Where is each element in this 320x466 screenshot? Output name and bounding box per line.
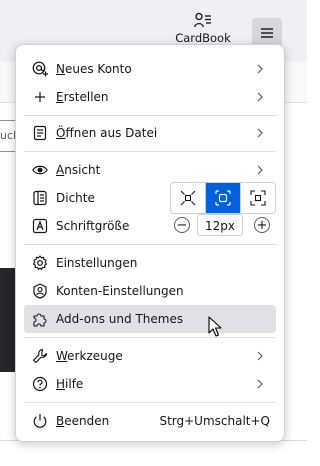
- puzzle-piece-icon: [32, 311, 48, 327]
- hamburger-icon: [261, 28, 273, 38]
- help-icon: [32, 376, 48, 392]
- chevron-right-icon: [257, 165, 263, 175]
- account-settings-label: Konten-Einstellungen: [56, 284, 184, 298]
- density-compact-button[interactable]: [171, 183, 206, 213]
- menu-item-quit[interactable]: Beenden Strg+Umschalt+Q: [24, 407, 276, 435]
- help-accesskey: H: [56, 377, 66, 391]
- font-size-increase-button[interactable]: +: [254, 217, 270, 233]
- font-size-label: Schriftgröße: [56, 219, 130, 233]
- wrench-icon: [32, 348, 48, 364]
- compact-density-icon: [180, 190, 196, 206]
- menu-item-settings[interactable]: Einstellungen: [24, 249, 276, 277]
- new-account-label: eues Konto: [64, 62, 132, 76]
- tools-accesskey: W: [56, 349, 68, 363]
- account-settings-icon: [32, 283, 48, 299]
- font-size-icon: [32, 218, 48, 234]
- quit-label: eenden: [64, 414, 110, 428]
- menu-item-create[interactable]: Erstellen: [24, 83, 276, 111]
- cardbook-label: CardBook: [175, 31, 231, 45]
- new-account-accesskey: N: [56, 62, 65, 76]
- chevron-right-icon: [257, 92, 263, 102]
- menu-item-addons-themes[interactable]: Add-ons und Themes: [24, 305, 276, 333]
- eye-icon: [32, 162, 48, 178]
- density-icon: [32, 190, 48, 206]
- font-size-decrease-button[interactable]: −: [174, 217, 190, 233]
- addons-themes-label: Add-ons und Themes: [56, 312, 184, 326]
- menu-separator: [24, 244, 276, 245]
- create-accesskey: E: [56, 90, 64, 104]
- menu-item-tools[interactable]: Werkzeuge: [24, 342, 276, 370]
- gear-icon: [32, 255, 48, 271]
- view-label: nsicht: [64, 163, 101, 177]
- menu-separator: [24, 337, 276, 338]
- menu-separator: [24, 151, 276, 152]
- chevron-right-icon: [257, 128, 263, 138]
- new-account-icon: [32, 61, 48, 77]
- font-size-control: − 12px +: [170, 212, 274, 240]
- cardbook-button[interactable]: CardBook: [172, 12, 234, 45]
- plus-icon: [32, 89, 48, 105]
- density-toggle-group: [170, 182, 276, 214]
- menu-item-account-settings[interactable]: Konten-Einstellungen: [24, 277, 276, 305]
- open-file-label: ffnen aus Datei: [65, 126, 158, 140]
- view-accesskey: A: [56, 163, 65, 177]
- power-icon: [32, 413, 48, 429]
- menu-item-help[interactable]: Hilfe: [24, 370, 276, 398]
- normal-density-icon: [215, 190, 231, 206]
- menu-item-view[interactable]: Ansicht: [24, 156, 276, 184]
- open-file-icon: [32, 125, 48, 141]
- chevron-right-icon: [257, 351, 263, 361]
- menu-separator: [24, 402, 276, 403]
- help-label: ilfe: [65, 377, 84, 391]
- tools-label: erkzeuge: [67, 349, 123, 363]
- quit-shortcut: Strg+Umschalt+Q: [159, 414, 270, 428]
- address-book-icon: [194, 12, 211, 28]
- menu-item-font-size: Schriftgröße − 12px +: [24, 212, 276, 240]
- menu-item-new-account[interactable]: Neues Konto: [24, 55, 276, 83]
- density-label: Dichte: [56, 191, 95, 205]
- chevron-right-icon: [257, 379, 263, 389]
- settings-label: Einstellungen: [56, 256, 138, 270]
- mouse-pointer-icon: [208, 316, 222, 337]
- create-label: rstellen: [63, 90, 109, 104]
- quit-accesskey: B: [56, 414, 65, 428]
- font-size-value[interactable]: 12px: [197, 214, 243, 236]
- app-menu-panel: Neues Konto Erstellen Öffnen aus Datei A…: [15, 44, 285, 442]
- chevron-right-icon: [257, 64, 263, 74]
- density-touch-button[interactable]: [241, 183, 275, 213]
- menu-item-density: Dichte: [24, 182, 276, 214]
- menu-separator: [24, 115, 276, 116]
- menu-item-open-file[interactable]: Öffnen aus Datei: [24, 119, 276, 147]
- density-normal-button[interactable]: [206, 183, 241, 213]
- touch-density-icon: [250, 190, 266, 206]
